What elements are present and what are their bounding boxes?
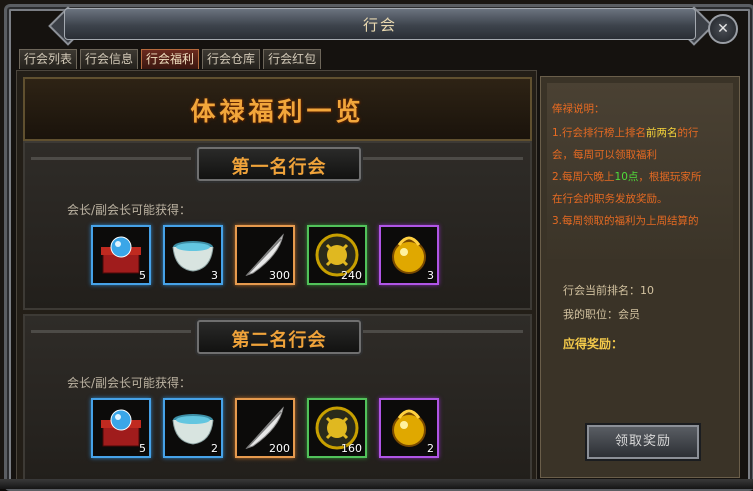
info-panel: 俸禄说明： 1.行会排行榜上排名前两名的行 会，每周可以领取福利 2.每周六晚上…	[540, 76, 740, 478]
position-info: 我的职位：会员	[563, 306, 640, 322]
desc-highlight: 10点	[614, 171, 639, 183]
item-count: 5	[139, 442, 146, 455]
desc-text: 的行	[677, 127, 699, 139]
tab-bar: 行会列表 行会信息 行会福利 行会仓库 行会红包	[19, 49, 322, 69]
item-count: 2	[211, 442, 218, 455]
item-count: 300	[269, 269, 290, 282]
item-slot[interactable]: 160	[307, 398, 367, 458]
rank-plaque: 第一名行会	[197, 147, 361, 181]
item-slot[interactable]: 240	[307, 225, 367, 285]
desc-line-5: 3.每周领取的福利为上周结算的	[552, 215, 699, 227]
item-slot[interactable]: 5	[91, 398, 151, 458]
rank-section-first: 第一名行会 会长/副会长可能获得： 5 3 300 240 3	[23, 141, 532, 310]
item-slot[interactable]: 5	[91, 225, 151, 285]
rank-title: 第二名行会	[231, 330, 327, 351]
item-slot[interactable]: 2	[379, 398, 439, 458]
item-row: 5 2 200 160 2	[91, 398, 439, 458]
desc-text: 1.行会排行榜上排名	[552, 127, 647, 139]
bottom-border	[0, 479, 753, 489]
window-title: 行会	[362, 16, 397, 34]
tab-guild-info[interactable]: 行会信息	[80, 49, 139, 69]
reward-sublabel: 会长/副会长可能获得：	[67, 203, 192, 217]
item-row: 5 3 300 240 3	[91, 225, 439, 285]
rank-value: 10	[640, 284, 654, 297]
plaque-wing-left	[31, 330, 191, 333]
welfare-panel: 体禄福利一览 第一名行会 会长/副会长可能获得： 5 3 300 240 3 第…	[16, 70, 537, 483]
rank-plaque: 第二名行会	[197, 320, 361, 354]
guild-rank-info: 行会当前排名：10	[563, 282, 654, 298]
banner-title: 体禄福利一览	[190, 97, 365, 126]
welfare-banner: 体禄福利一览	[23, 77, 532, 141]
position-label: 我的职位：	[563, 308, 618, 321]
item-count: 3	[211, 269, 218, 282]
rank-label: 行会当前排名：	[563, 284, 640, 297]
close-icon[interactable]: ✕	[708, 14, 738, 44]
plaque-wing-right	[363, 330, 523, 333]
tab-guild-list[interactable]: 行会列表	[19, 49, 78, 69]
welfare-description: 俸禄说明： 1.行会排行榜上排名前两名的行 会，每周可以领取福利 2.每周六晚上…	[547, 83, 733, 259]
reward-title: 应得奖励：	[563, 337, 624, 351]
item-slot[interactable]: 200	[235, 398, 295, 458]
plaque-wing-right	[363, 157, 523, 160]
position-value: 会员	[618, 308, 640, 321]
rank-title: 第一名行会	[231, 157, 327, 178]
item-count: 200	[269, 442, 290, 455]
desc-line-2: 会，每周可以领取福利	[552, 149, 657, 161]
item-count: 160	[341, 442, 362, 455]
item-count: 240	[341, 269, 362, 282]
item-count: 5	[139, 269, 146, 282]
desc-line-3: 2.每周六晚上10点，根据玩家所	[552, 169, 701, 184]
desc-text: 2.每周六晚上	[552, 171, 615, 183]
guild-window: 行会 ✕ 行会列表 行会信息 行会福利 行会仓库 行会红包 体禄福利一览 第一名…	[0, 0, 753, 491]
desc-line-1: 1.行会排行榜上排名前两名的行	[552, 125, 699, 140]
reward-sublabel: 会长/副会长可能获得：	[67, 376, 192, 390]
item-slot[interactable]: 2	[163, 398, 223, 458]
desc-line-4: 在行会的职务发放奖励。	[552, 193, 668, 205]
tab-guild-red-packet[interactable]: 行会红包	[263, 49, 322, 69]
desc-heading: 俸禄说明：	[552, 103, 605, 115]
item-slot[interactable]: 3	[379, 225, 439, 285]
tab-guild-warehouse[interactable]: 行会仓库	[202, 49, 261, 69]
item-count: 3	[427, 269, 434, 282]
title-bar[interactable]: 行会	[64, 8, 696, 40]
tab-guild-welfare[interactable]: 行会福利	[141, 49, 200, 69]
rank-section-second: 第二名行会 会长/副会长可能获得： 5 2 200 160 2	[23, 314, 532, 483]
item-slot[interactable]: 300	[235, 225, 295, 285]
plaque-wing-left	[31, 157, 191, 160]
item-slot[interactable]: 3	[163, 225, 223, 285]
desc-highlight: 前两名	[646, 127, 678, 139]
item-count: 2	[427, 442, 434, 455]
claim-reward-button[interactable]: 领取奖励	[587, 425, 699, 459]
desc-text: ，根据玩家所	[638, 171, 702, 183]
